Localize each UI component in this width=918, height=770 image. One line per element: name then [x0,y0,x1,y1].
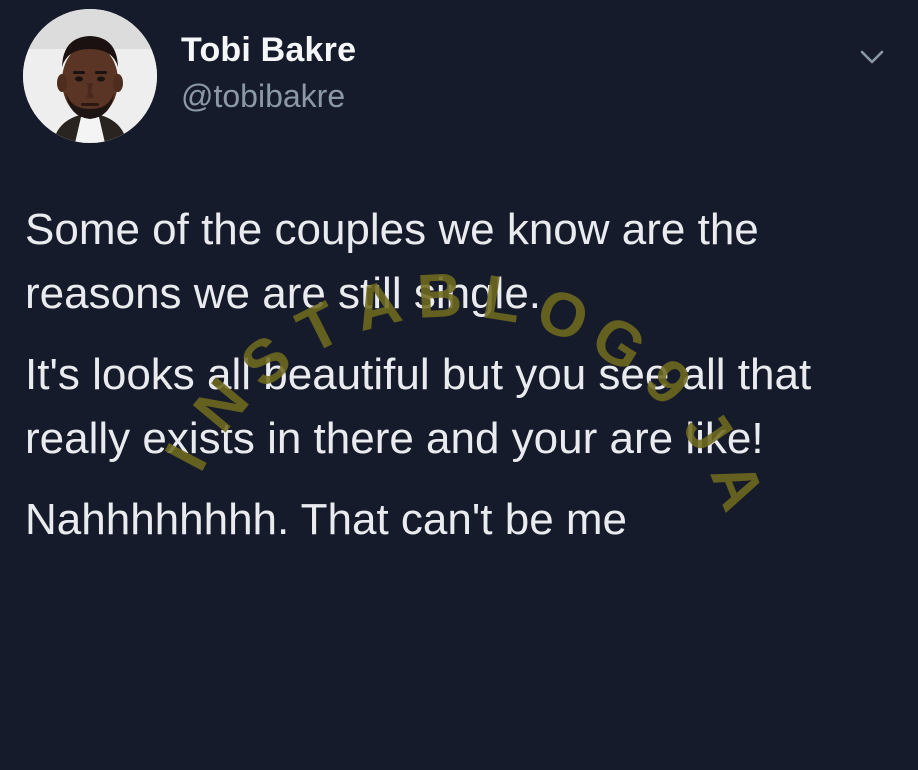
tweet-paragraph: Some of the couples we know are the reas… [25,205,759,318]
tweet-paragraph: Nahhhhhhhh. That can't be me [25,495,628,544]
author-block: Tobi Bakre @tobibakre [181,30,356,116]
user-handle[interactable]: @tobibakre [181,76,356,116]
chevron-down-icon[interactable] [855,42,889,72]
tweet-paragraph: It's looks all beautiful but you see all… [25,350,812,463]
avatar[interactable] [23,9,157,143]
tweet-text: Some of the couples we know are the reas… [25,198,905,569]
display-name[interactable]: Tobi Bakre [181,30,356,70]
profile-photo [23,9,157,143]
tweet-card: Tobi Bakre @tobibakre Some of the couple… [0,0,918,770]
